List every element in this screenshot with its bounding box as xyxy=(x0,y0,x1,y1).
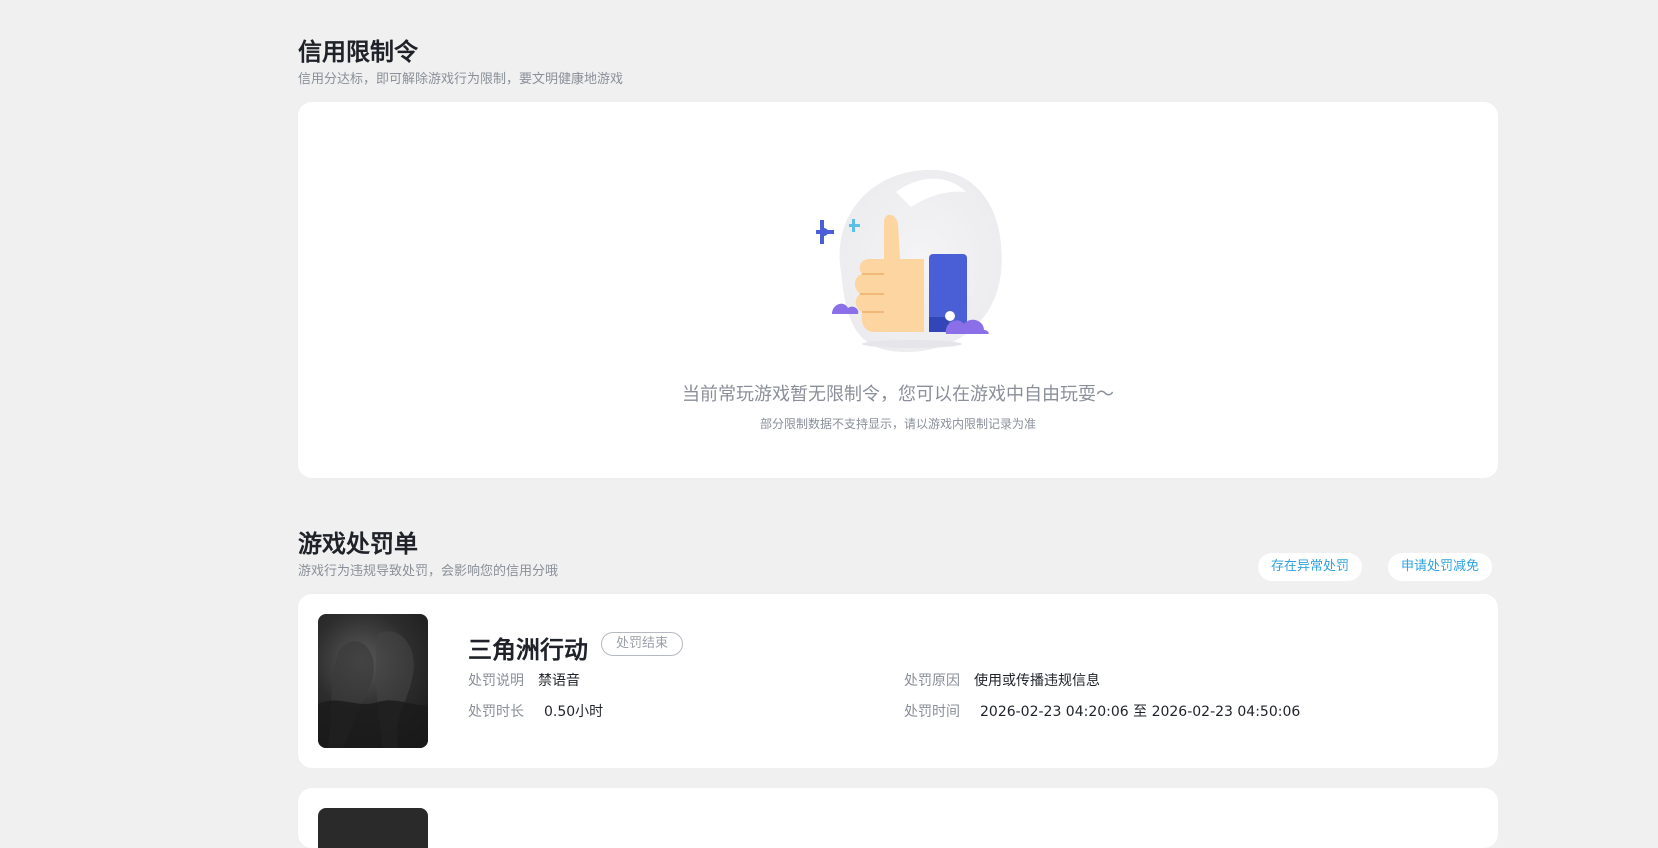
penalty-time-row: 处罚时间 2026-02-23 04:20:06 至 2026-02-23 04:… xyxy=(904,701,1300,721)
game-cover-image xyxy=(318,614,428,748)
credit-section-title: 信用限制令 xyxy=(298,38,418,66)
penalty-card: 三角洲行动 处罚结束 处罚说明 禁语音 处罚原因 使用或传播违规信息 处罚时长 0.5… xyxy=(298,594,1498,768)
thumbs-up-illustration xyxy=(816,169,1002,352)
penalty-time-value: 2026-02-23 04:20:06 至 2026-02-23 04:50:0… xyxy=(980,704,1301,720)
penalty-duration-label: 处罚时长 xyxy=(468,704,524,720)
credit-empty-card: 当前常玩游戏暂无限制令，您可以在游戏中自由玩耍～ 部分限制数据不支持显示，请以游… xyxy=(298,102,1498,478)
penalty-section-subtitle: 游戏行为违规导致处罚，会影响您的信用分哦 xyxy=(298,564,559,579)
penalty-reason-row: 处罚原因 使用或传播违规信息 xyxy=(904,670,1100,690)
credit-section-subtitle: 信用分达标，即可解除游戏行为限制，要文明健康地游戏 xyxy=(298,72,624,87)
next-game-cover-image xyxy=(318,808,428,848)
penalty-section-title: 游戏处罚单 xyxy=(298,530,418,558)
game-cover-art xyxy=(318,631,428,748)
penalty-reason-label: 处罚原因 xyxy=(904,673,960,689)
status-badge: 处罚结束 xyxy=(601,632,684,656)
game-name: 三角洲行动 xyxy=(468,636,588,664)
next-penalty-card xyxy=(298,788,1498,848)
empty-state-tip: 部分限制数据不支持显示，请以游戏内限制记录为准 xyxy=(759,417,1036,431)
penalty-time-label: 处罚时间 xyxy=(904,704,960,720)
penalty-desc-value: 禁语音 xyxy=(538,673,580,689)
penalty-desc-row: 处罚说明 禁语音 xyxy=(468,670,580,690)
penalty-reason-value: 使用或传播违规信息 xyxy=(974,673,1100,689)
penalty-duration-value: 0.50小时 xyxy=(544,704,604,720)
empty-state-message: 当前常玩游戏暂无限制令，您可以在游戏中自由玩耍～ xyxy=(682,384,1114,405)
appeal-penalty-button[interactable]: 申请处罚减免 xyxy=(1388,553,1493,581)
abnormal-penalty-button[interactable]: 存在异常处罚 xyxy=(1258,553,1363,581)
penalty-duration-row: 处罚时长 0.50小时 xyxy=(468,701,603,721)
penalty-desc-label: 处罚说明 xyxy=(468,673,524,689)
